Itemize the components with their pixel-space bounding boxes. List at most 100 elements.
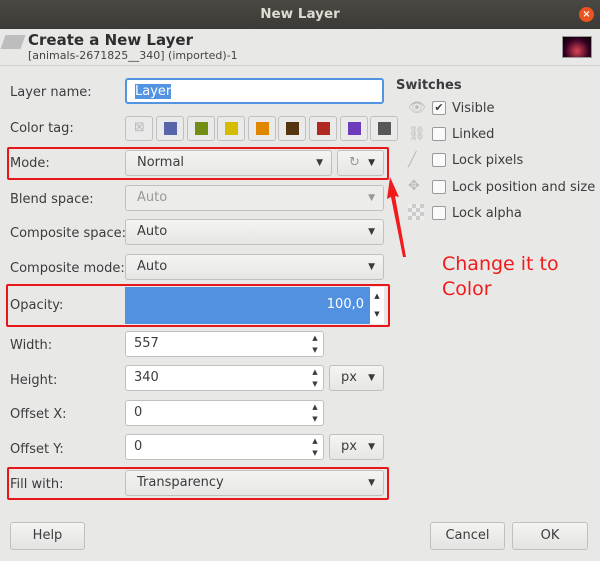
layer-name-value: Layer <box>135 84 172 99</box>
width-label: Width: <box>10 338 53 353</box>
lock-pixels-checkbox[interactable] <box>432 153 446 167</box>
color-chip <box>378 122 392 135</box>
reset-icon: ↻ <box>349 155 360 170</box>
annotation-text: Change it to Color <box>442 252 559 302</box>
annotation-arrow <box>387 177 406 257</box>
size-unit-dropdown[interactable]: px ▼ <box>329 365 384 391</box>
annotation-line-1: Change it to <box>442 253 559 275</box>
chevron-down-icon: ▼ <box>368 478 375 488</box>
color-chip <box>347 122 361 135</box>
fill-dropdown[interactable]: Transparency ▼ <box>125 470 384 496</box>
mode-label: Mode: <box>10 156 50 171</box>
color-tag-swatch[interactable] <box>278 116 307 141</box>
lock-alpha-label: Lock alpha <box>452 206 522 221</box>
chevron-down-icon: ▼ <box>368 262 375 272</box>
layer-name-label: Layer name: <box>10 85 92 100</box>
color-tag-swatch[interactable] <box>217 116 246 141</box>
opacity-slider[interactable]: 100,0 ▲ ▼ <box>125 287 384 324</box>
unit-value: px <box>341 370 357 385</box>
visible-label: Visible <box>452 101 495 116</box>
image-name: [animals-2671825__340] (imported)-1 <box>28 49 238 62</box>
offset-y-input[interactable]: 0 ▲ ▼ <box>125 434 324 460</box>
width-input[interactable]: 557 ▲ ▼ <box>125 331 324 357</box>
color-tag-swatch[interactable] <box>339 116 368 141</box>
blend-space-dropdown[interactable]: Auto ▼ <box>125 185 384 211</box>
offset-x-value: 0 <box>134 405 143 420</box>
width-value: 557 <box>134 336 159 351</box>
dialog-title: Create a New Layer <box>28 31 193 49</box>
width-spin[interactable]: ▲ ▼ <box>309 332 321 356</box>
mode-effect-dropdown[interactable]: ↻ ▼ <box>337 150 384 176</box>
mode-value: Normal <box>137 155 185 170</box>
color-chip <box>255 122 269 135</box>
switches-title: Switches <box>396 78 462 93</box>
window-title: New Layer <box>260 6 340 22</box>
unit-value: px <box>341 439 357 454</box>
close-button[interactable]: × <box>579 7 594 22</box>
chevron-down-icon: ▼ <box>368 158 375 168</box>
color-tag-label: Color tag: <box>10 121 74 136</box>
height-value: 340 <box>134 370 159 385</box>
linked-checkbox[interactable] <box>432 127 446 141</box>
image-thumbnail <box>562 36 592 58</box>
none-icon: ⊠ <box>134 120 145 135</box>
height-spin[interactable]: ▲ ▼ <box>309 366 321 390</box>
color-tag-swatch[interactable] <box>309 116 337 141</box>
chevron-down-icon: ▼ <box>368 373 375 383</box>
offset-x-label: Offset X: <box>10 407 67 422</box>
help-button[interactable]: Help <box>10 522 85 550</box>
chevron-down-icon: ▼ <box>368 442 375 452</box>
composite-mode-dropdown[interactable]: Auto ▼ <box>125 254 384 280</box>
linked-label: Linked <box>452 127 495 142</box>
chevron-down-icon: ▼ <box>368 227 375 237</box>
offset-y-value: 0 <box>134 439 143 454</box>
cancel-button[interactable]: Cancel <box>430 522 505 550</box>
lock-position-label: Lock position and size <box>452 180 596 195</box>
lock-position-checkbox[interactable] <box>432 180 446 194</box>
lock-pixels-label: Lock pixels <box>452 153 524 168</box>
offset-y-spin[interactable]: ▲ ▼ <box>309 435 321 459</box>
layer-name-input[interactable]: Layer <box>125 78 384 104</box>
lock-alpha-checkbox[interactable] <box>432 206 446 220</box>
color-tag-swatch[interactable] <box>370 116 399 141</box>
color-tag-swatch[interactable] <box>186 116 215 141</box>
annotation-line-2: Color <box>442 278 492 300</box>
fill-label: Fill with: <box>10 477 64 492</box>
chevron-down-icon: ▼ <box>316 158 323 168</box>
eye-icon: 👁 <box>408 100 426 116</box>
offset-x-input[interactable]: 0 ▲ ▼ <box>125 400 324 426</box>
composite-space-label: Composite space: <box>10 226 127 241</box>
chain-icon: ⛓ <box>408 126 426 142</box>
ok-button[interactable]: OK <box>512 522 588 550</box>
height-label: Height: <box>10 373 58 388</box>
offset-unit-dropdown[interactable]: px ▼ <box>329 434 384 460</box>
blend-space-label: Blend space: <box>10 192 94 207</box>
color-chip <box>194 122 208 135</box>
layer-icon <box>0 35 26 49</box>
color-tag-swatch[interactable] <box>156 116 184 141</box>
opacity-value: 100,0 <box>326 297 364 312</box>
height-input[interactable]: 340 ▲ ▼ <box>125 365 324 391</box>
title-bar: New Layer × <box>0 0 600 29</box>
color-tag-swatch[interactable] <box>247 116 276 141</box>
offset-y-label: Offset Y: <box>10 442 64 457</box>
composite-space-dropdown[interactable]: Auto ▼ <box>125 219 384 245</box>
chevron-down-icon: ▼ <box>368 193 375 203</box>
blend-value: Auto <box>137 190 168 205</box>
color-chip <box>286 122 300 135</box>
color-tag-none[interactable]: ⊠ <box>125 116 153 141</box>
color-chip <box>164 122 177 135</box>
opacity-spin[interactable]: ▲ ▼ <box>370 287 384 324</box>
brush-icon: ╱ <box>408 152 417 168</box>
color-chip <box>317 122 330 135</box>
opacity-label: Opacity: <box>10 298 64 313</box>
mode-dropdown[interactable]: Normal ▼ <box>125 150 332 176</box>
color-chip <box>225 122 239 135</box>
visible-checkbox[interactable]: ✔ <box>432 101 446 115</box>
composite-space-value: Auto <box>137 224 168 239</box>
composite-mode-value: Auto <box>137 259 168 274</box>
offset-x-spin[interactable]: ▲ ▼ <box>309 401 321 425</box>
fill-value: Transparency <box>137 475 224 490</box>
dialog-header: Create a New Layer [animals-2671825__340… <box>0 29 600 66</box>
composite-mode-label: Composite mode: <box>10 261 125 276</box>
